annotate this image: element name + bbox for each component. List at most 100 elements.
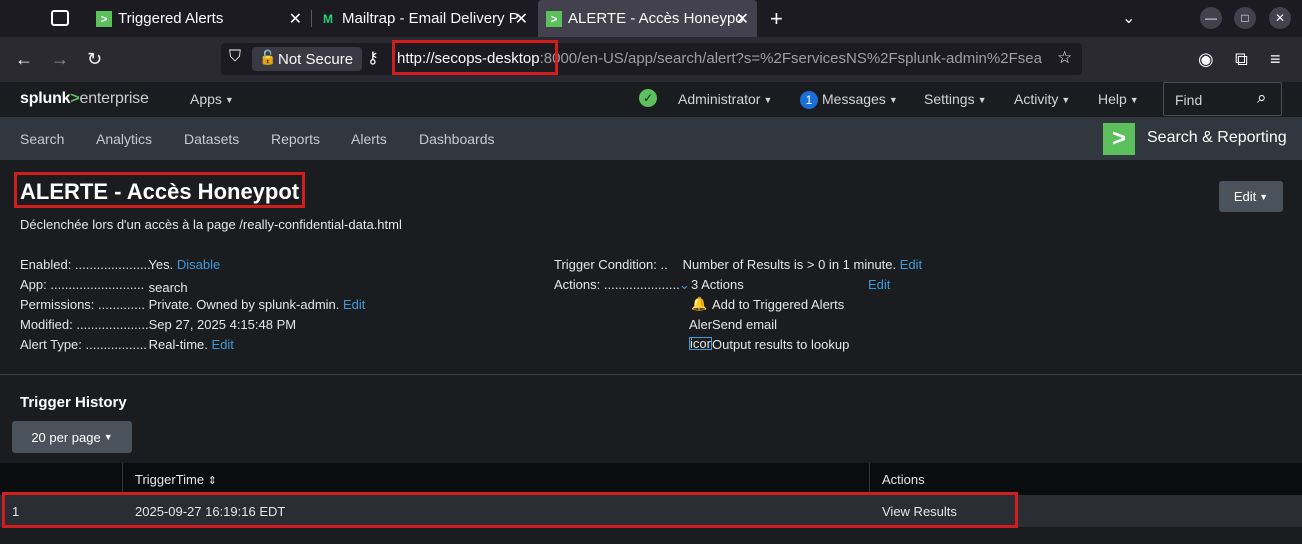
nav-alerts[interactable]: Alerts [351,131,387,147]
help-menu[interactable]: Help ▼ [1098,91,1139,107]
action-item-triggered-alerts: Add to Triggered Alerts [712,297,845,312]
trigger-history-title: Trigger History [20,394,127,411]
splunk-icon: > [96,10,112,27]
broken-alert-icon-text: Alert [689,317,712,332]
caret-down-icon: ▼ [103,432,113,442]
alert-detail-page: ALERTE - Accès Honeypot Edit ▼ Déclenchée… [0,160,1302,544]
nav-reports[interactable]: Reports [271,131,320,147]
app-name[interactable]: Search & Reporting [1147,129,1287,147]
tab-overview-icon[interactable] [51,10,69,26]
permissions-edit-link[interactable]: Edit [343,297,365,312]
row-highlight-box [2,492,1018,528]
forward-arrow-icon[interactable]: → [51,49,69,70]
find-input[interactable]: Find ⌕ [1163,82,1282,116]
nav-search[interactable]: Search [20,131,64,147]
broken-icon-text: icon [689,337,712,350]
browser-tabstrip: > Triggered Alerts ✕ M Mailtrap - Email … [0,0,1302,37]
account-icon[interactable]: ◉ [1198,49,1214,70]
insecure-lock-icon: 🔓 [259,49,277,65]
user-menu[interactable]: Administrator ▼ [678,91,772,107]
edit-button[interactable]: Edit ▼ [1219,181,1283,212]
disable-link[interactable]: Disable [177,257,220,272]
trigger-condition-row: Trigger Condition: .. Number of Results … [554,257,922,272]
apps-menu[interactable]: Apps ▼ [190,91,234,107]
splunk-logo[interactable]: splunk>enterprise [20,90,149,108]
close-icon[interactable]: ✕ [515,9,528,29]
caret-down-icon: ▼ [763,95,773,105]
modified-key: Modified: .................... [20,317,149,332]
trigger-condition-key: Trigger Condition: .. [554,257,668,272]
url-path: :8000/en-US/app/search/alert?s=%2Fservic… [539,50,1042,67]
modified-row: Modified: .................... Sep 27, 2… [20,317,296,332]
caret-down-icon: ▼ [888,95,898,105]
caret-down-icon: ▼ [977,95,987,105]
extensions-icon[interactable]: ⧉ [1235,49,1248,70]
alert-type-row: Alert Type: ................. Real-time.… [20,337,234,352]
health-check-icon[interactable]: ✓ [639,89,657,107]
window-close-button[interactable]: ✕ [1269,7,1291,29]
actions-edit-link[interactable]: Edit [868,277,890,292]
app-key: App: .............................. [20,277,145,292]
actions-key: Actions: ....................... [554,277,679,292]
modified-value: Sep 27, 2025 4:15:48 PM [148,317,297,332]
minimize-button[interactable]: — [1200,7,1222,29]
caret-down-icon: ▼ [1129,95,1139,105]
action-item-send-email: Send email [712,317,778,332]
enabled-key: Enabled: ...................... [20,257,155,272]
mailtrap-icon: M [323,11,333,26]
splunk-header: splunk>enterprise Apps ▼ ✓ Administrator ▼… [0,82,1302,117]
nav-analytics[interactable]: Analytics [96,131,152,147]
tab-alert-honeypot[interactable]: > ALERTE - Accès Honeypot ✕ [538,0,757,37]
actions-row: Actions: ....................... [554,277,679,295]
nav-datasets[interactable]: Datasets [184,131,239,147]
section-divider [0,374,1302,375]
close-icon[interactable]: ✕ [289,9,302,29]
find-placeholder: Find [1175,92,1203,108]
enabled-row: Enabled: ...................... Yes. Dis… [20,257,220,272]
per-page-dropdown[interactable]: 20 per page ▼ [12,421,132,453]
shield-icon[interactable]: ⛉ [229,48,241,66]
caret-down-icon: ▼ [1061,95,1071,105]
actions-expand-chevron-icon[interactable]: ⌄ [679,277,690,293]
url-bar[interactable]: ⛉ 🔓 Not Secure ⚷ http://secops-desktop:8… [221,43,1082,75]
column-header-triggertime[interactable]: TriggerTime ⇕ [135,472,217,487]
action-item-output-lookup: Output results to lookup [712,337,850,352]
caret-down-icon: ▼ [1259,191,1269,202]
trigger-condition-edit-link[interactable]: Edit [900,257,922,272]
new-tab-button[interactable]: + [770,6,783,32]
actions-count[interactable]: 3 Actions [691,277,744,292]
app-value: search [148,280,188,295]
maximize-button[interactable]: □ [1234,7,1256,29]
title-highlight-box [14,172,305,208]
tab-title: ALERTE - Accès Honeypot [568,10,743,27]
tab-mailtrap[interactable]: M Mailtrap - Email Delivery P ✕ [312,0,536,37]
tab-triggered-alerts[interactable]: > Triggered Alerts ✕ [88,0,310,37]
permissions-key: Permissions: ............. [20,297,145,312]
alert-type-key: Alert Type: ................. [20,337,147,352]
trigger-condition-value: Number of Results is > 0 in 1 minute. [682,257,897,272]
sort-icon[interactable]: ⇕ [208,475,217,487]
bookmark-star-icon[interactable]: ☆ [1057,48,1072,68]
tab-list-chevron-icon[interactable]: ⌄ [1122,8,1135,28]
menu-icon[interactable]: ≡ [1270,49,1281,70]
activity-menu[interactable]: Activity ▼ [1014,91,1070,107]
close-icon[interactable]: ✕ [736,9,749,29]
key-icon[interactable]: ⚷ [367,48,379,68]
tab-title: Triggered Alerts [118,10,224,27]
settings-menu[interactable]: Settings ▼ [924,91,987,107]
back-arrow-icon[interactable]: ← [15,49,33,70]
nav-dashboards[interactable]: Dashboards [419,131,495,147]
search-icon[interactable]: ⌕ [1257,88,1267,108]
column-header-actions: Actions [882,472,925,487]
messages-menu[interactable]: 1 Messages ▼ [800,91,898,109]
tab-title: Mailtrap - Email Delivery P [342,10,519,27]
alert-type-edit-link[interactable]: Edit [212,337,234,352]
not-secure-indicator[interactable]: 🔓 Not Secure [252,47,362,71]
browser-navbar: ← → ↻ ⛉ 🔓 Not Secure ⚷ http://secops-des… [0,37,1302,82]
bell-icon: 🔔 [691,296,708,311]
reload-icon[interactable]: ↻ [87,49,102,70]
enabled-value: Yes. [148,257,174,272]
url-highlight-box [392,40,558,75]
splunk-icon: > [546,10,562,27]
app-logo-icon[interactable]: > [1103,123,1135,155]
